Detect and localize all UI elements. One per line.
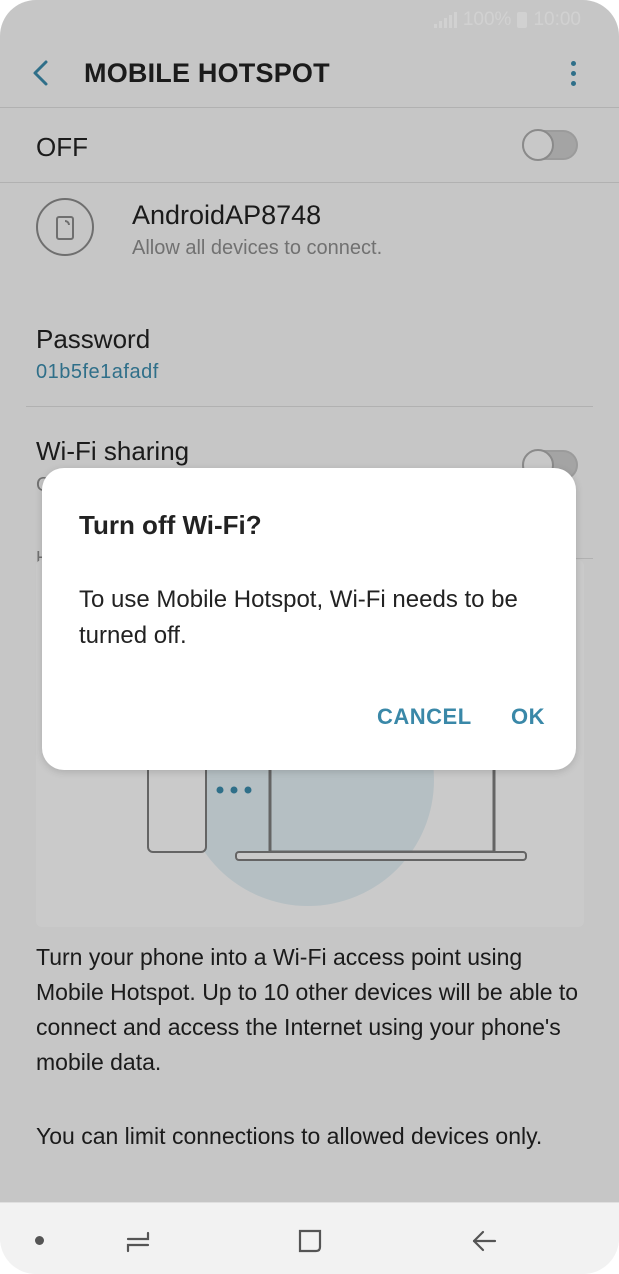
screen: 100% 10:00 MOBILE HOTSPOT OFF AndroidAP8… — [0, 0, 619, 1274]
ok-button[interactable]: OK — [511, 704, 545, 730]
dialog-title: Turn off Wi-Fi? — [79, 510, 262, 540]
navigation-bar — [0, 1202, 619, 1274]
back-icon[interactable] — [470, 1227, 498, 1255]
nav-dot-icon — [35, 1236, 44, 1245]
recent-apps-icon[interactable] — [124, 1227, 152, 1255]
phone-frame: 100% 10:00 MOBILE HOTSPOT OFF AndroidAP8… — [0, 0, 619, 1274]
turn-off-wifi-dialog: Turn off Wi-Fi? To use Mobile Hotspot, W… — [42, 468, 576, 770]
dialog-message: To use Mobile Hotspot, Wi-Fi needs to be… — [79, 586, 518, 649]
home-icon[interactable] — [296, 1227, 324, 1255]
cancel-button[interactable]: CANCEL — [377, 704, 472, 730]
